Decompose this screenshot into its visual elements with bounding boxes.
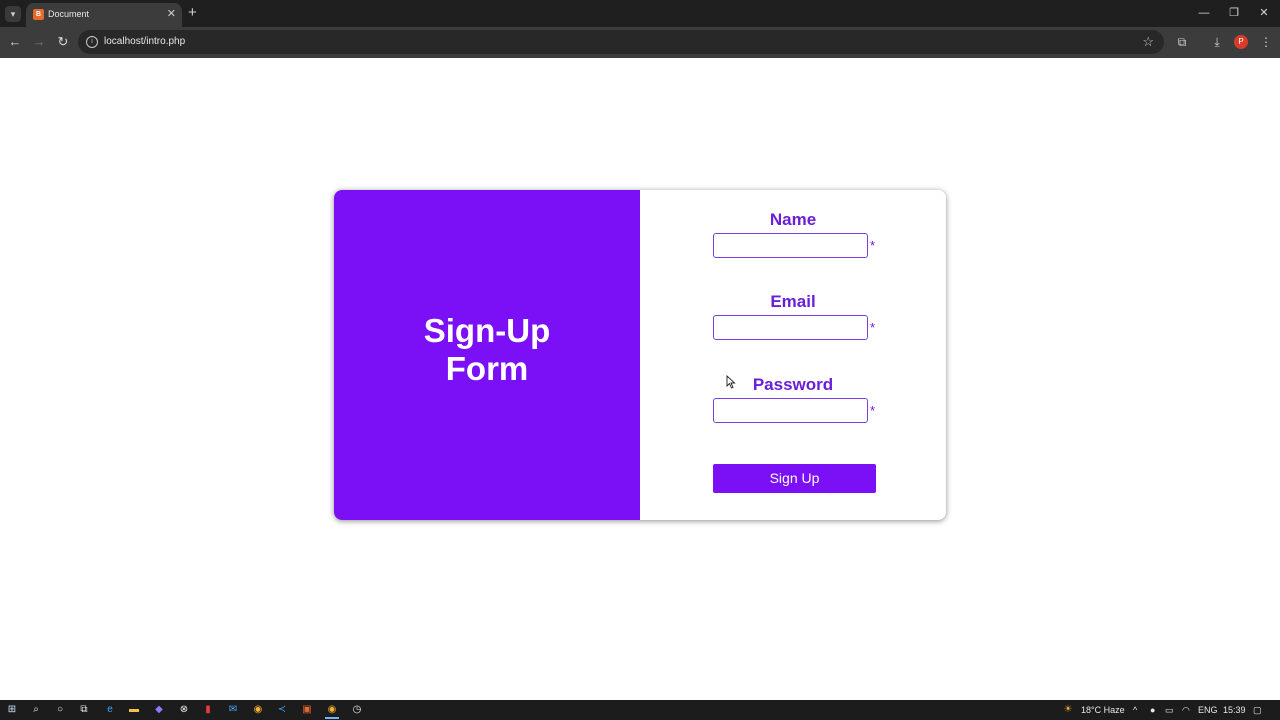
- sign-up-button[interactable]: Sign Up: [713, 464, 876, 493]
- tray-overflow-icon[interactable]: ^: [1133, 704, 1137, 716]
- signup-banner: Sign-Up Form: [334, 190, 640, 520]
- menu-icon[interactable]: ⋮: [1257, 33, 1275, 51]
- app-red-icon[interactable]: ▮: [201, 703, 215, 717]
- weather-text[interactable]: 18°C Haze: [1081, 704, 1125, 716]
- file-explorer-icon[interactable]: ▬: [127, 703, 141, 717]
- xbox-icon[interactable]: ⊗: [177, 703, 191, 717]
- browser-toolbar: ← → ↻ i localhost/intro.php ☆ ⧉ ⤓ ⋮: [0, 27, 1280, 58]
- microphone-icon[interactable]: ●: [1150, 704, 1155, 716]
- browser-tab[interactable]: B Document ✕: [26, 3, 182, 27]
- reload-icon[interactable]: ↻: [54, 33, 72, 51]
- restore-icon[interactable]: ❐: [1224, 4, 1244, 22]
- password-required-mark: *: [870, 403, 876, 418]
- name-input[interactable]: [713, 233, 868, 258]
- site-info-icon[interactable]: i: [86, 36, 98, 48]
- task-view-icon[interactable]: ⧉: [77, 703, 91, 717]
- mail-icon[interactable]: ✉: [226, 703, 240, 717]
- clock-app-icon[interactable]: ◷: [350, 703, 364, 717]
- language-indicator[interactable]: ENG: [1198, 704, 1218, 716]
- visual-studio-icon[interactable]: ◆: [152, 703, 166, 717]
- os-taskbar: ⊞ ⌕ ○ ⧉ e ▬ ◆ ⊗ ▮ ✉ ◉ ≺ ▣ ◉ ◷ ☀ 18°C Haz…: [0, 700, 1280, 720]
- extensions-icon[interactable]: ⧉: [1173, 33, 1191, 51]
- notifications-icon[interactable]: ▢: [1253, 704, 1262, 716]
- signup-card: Sign-Up Form Name * Email * Password * S…: [334, 190, 946, 520]
- email-required-mark: *: [870, 320, 876, 335]
- battery-icon[interactable]: ▭: [1165, 704, 1174, 716]
- vscode-icon[interactable]: ≺: [275, 703, 289, 717]
- start-icon[interactable]: ⊞: [5, 703, 19, 717]
- address-bar[interactable]: i localhost/intro.php ☆: [78, 30, 1164, 54]
- tab-search-icon[interactable]: ▾: [5, 6, 21, 22]
- forward-icon[interactable]: →: [30, 33, 48, 51]
- edge-icon[interactable]: e: [103, 703, 117, 717]
- new-tab-icon[interactable]: +: [188, 4, 197, 22]
- form-title: Sign-Up Form: [334, 312, 640, 388]
- weather-icon: ☀: [1063, 704, 1073, 715]
- tab-title: Document: [48, 9, 90, 19]
- cortana-icon[interactable]: ○: [53, 703, 67, 717]
- name-required-mark: *: [870, 238, 876, 253]
- favicon-icon: B: [33, 9, 44, 20]
- chrome-active-icon[interactable]: ◉: [325, 703, 339, 719]
- browser-tab-bar: ▾ B Document ✕ + — ❐ ✕: [0, 0, 1280, 27]
- name-label: Name: [769, 210, 817, 229]
- wifi-icon[interactable]: ◠: [1182, 704, 1190, 716]
- email-input[interactable]: [713, 315, 868, 340]
- profile-avatar[interactable]: P: [1234, 35, 1248, 49]
- tab-close-icon[interactable]: ✕: [167, 7, 176, 21]
- email-label: Email: [770, 292, 816, 311]
- search-icon[interactable]: ⌕: [29, 703, 43, 717]
- xampp-icon[interactable]: ▣: [300, 703, 314, 717]
- form-title-line2: Form: [445, 350, 529, 387]
- mouse-cursor-icon: [726, 375, 736, 389]
- chrome-icon[interactable]: ◉: [251, 703, 265, 717]
- bookmark-star-icon[interactable]: ☆: [1142, 33, 1154, 51]
- download-icon[interactable]: ⤓: [1208, 33, 1226, 51]
- minimize-icon[interactable]: —: [1194, 4, 1214, 22]
- clock-time[interactable]: 15:39: [1223, 704, 1246, 716]
- back-icon[interactable]: ←: [6, 33, 24, 51]
- password-input[interactable]: [713, 398, 868, 423]
- form-title-line1: Sign-Up: [423, 312, 551, 349]
- close-window-icon[interactable]: ✕: [1254, 4, 1274, 22]
- password-label: Password: [752, 375, 834, 394]
- url-text[interactable]: localhost/intro.php: [104, 36, 185, 47]
